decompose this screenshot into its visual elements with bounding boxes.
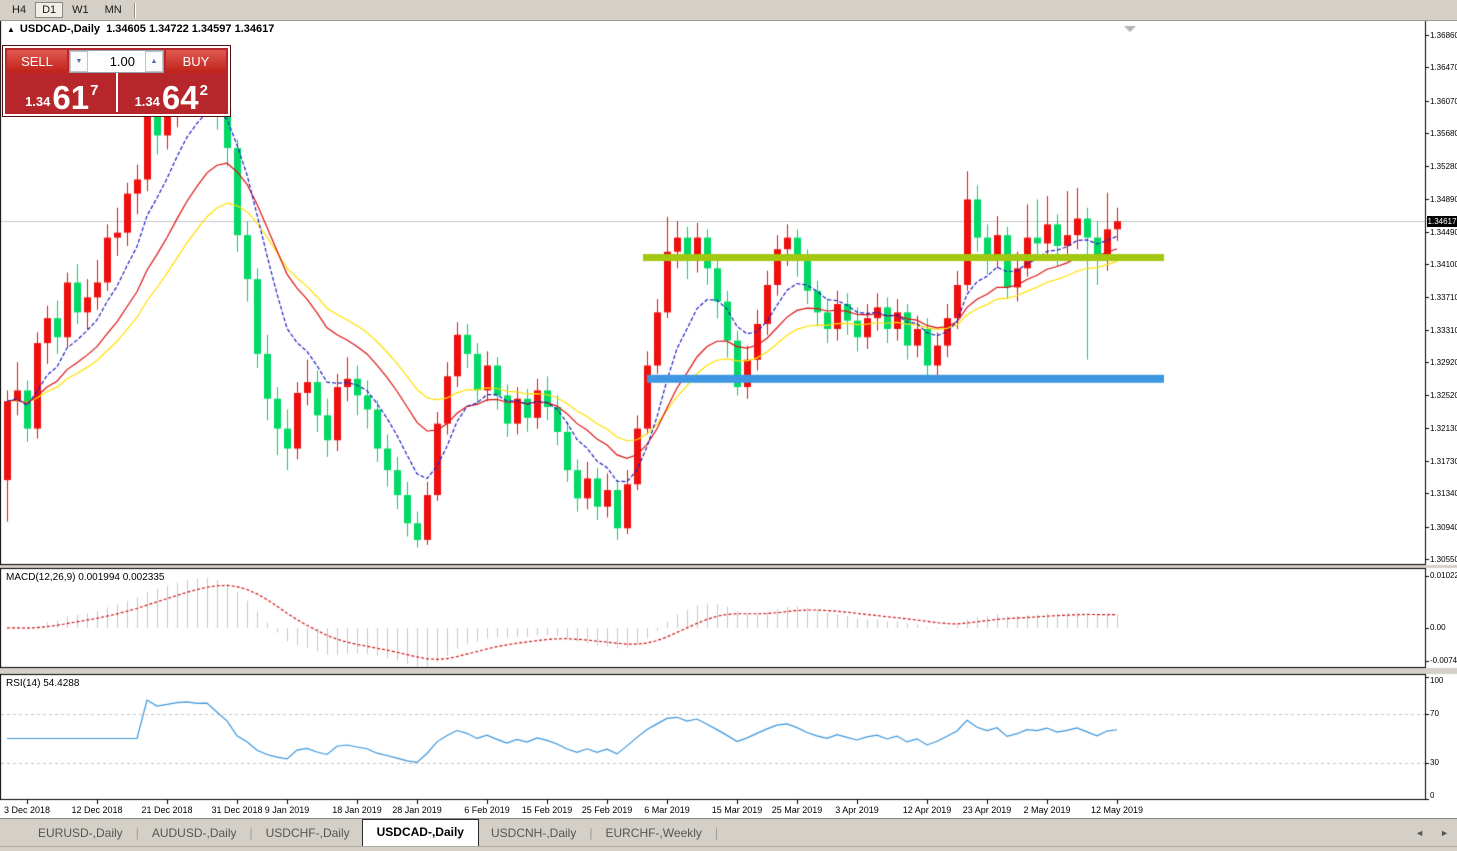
tab-separator: | xyxy=(714,826,719,846)
price-axis-label: 1.30940 xyxy=(1430,523,1457,532)
volume-input[interactable]: 1.00 xyxy=(88,51,145,72)
one-click-trading-panel: SELL ▼ 1.00 ▲ BUY 1.34 61 7 1.34 64 2 xyxy=(2,45,231,117)
price-axis-label: 1.31340 xyxy=(1430,489,1457,498)
date-axis-label: 28 Jan 2019 xyxy=(381,805,453,815)
rsi-indicator-label: RSI(14) 54.4288 xyxy=(6,678,79,689)
macd-axis-label: 0.010229 xyxy=(1430,571,1457,580)
status-bar xyxy=(0,846,1457,851)
volume-increase-button[interactable]: ▲ xyxy=(145,51,163,72)
rsi-axis-label: 0 xyxy=(1430,791,1434,800)
sell-button[interactable]: SELL xyxy=(7,50,67,73)
macd-indicator-label: MACD(12,26,9) 0.001994 0.002335 xyxy=(6,572,164,583)
tab-usdcad-daily[interactable]: USDCAD-,Daily xyxy=(362,819,479,846)
price-axis-label: 1.32130 xyxy=(1430,424,1457,433)
buy-price-big: 64 xyxy=(162,83,199,112)
price-axis-label: 1.34100 xyxy=(1430,260,1457,269)
price-axis-label: 1.31730 xyxy=(1430,457,1457,466)
timeframe-button-w1[interactable]: W1 xyxy=(65,2,96,18)
ohlc-values: 1.34605 1.34722 1.34597 1.34617 xyxy=(106,23,274,35)
price-axis-label: 1.36470 xyxy=(1430,63,1457,72)
rsi-axis-label: 100 xyxy=(1430,676,1443,685)
volume-spinner: ▼ 1.00 ▲ xyxy=(69,50,164,73)
price-axis-label: 1.32920 xyxy=(1430,358,1457,367)
timeframe-button-mn[interactable]: MN xyxy=(98,2,129,18)
date-axis-label: 3 Dec 2018 xyxy=(0,805,63,815)
price-axis-label: 1.36860 xyxy=(1430,31,1457,40)
date-axis-label: 6 Mar 2019 xyxy=(631,805,703,815)
symbol-period-label: USDCAD-,Daily xyxy=(20,23,100,35)
current-price-tag: 1.34617 xyxy=(1427,216,1457,227)
rsi-axis-label: 70 xyxy=(1430,709,1439,718)
price-axis-label: 1.34890 xyxy=(1430,195,1457,204)
price-axis-label: 1.33310 xyxy=(1430,326,1457,335)
tab-eurchf-weekly[interactable]: EURCHF-,Weekly xyxy=(593,821,713,846)
timeframe-button-d1[interactable]: D1 xyxy=(35,2,63,18)
sell-price-prefix: 1.34 xyxy=(25,94,50,109)
tab-usdcnh-daily[interactable]: USDCNH-,Daily xyxy=(479,821,588,846)
price-axis-label: 1.35680 xyxy=(1430,129,1457,138)
toolbar-separator xyxy=(134,3,136,18)
macd-axis-label: -0.00747 xyxy=(1430,656,1457,665)
price-axis-label: 1.32520 xyxy=(1430,391,1457,400)
date-axis-label: 3 Apr 2019 xyxy=(821,805,893,815)
buy-price-prefix: 1.34 xyxy=(135,94,160,109)
date-axis-label: 21 Dec 2018 xyxy=(131,805,203,815)
price-axis-label: 1.33710 xyxy=(1430,293,1457,302)
price-axis-label: 1.36070 xyxy=(1430,97,1457,106)
buy-price-sup: 2 xyxy=(200,82,208,99)
tab-scroll-left-icon[interactable]: ◄ xyxy=(1415,828,1424,838)
date-axis-label: 12 Dec 2018 xyxy=(61,805,133,815)
rsi-axis-label: 30 xyxy=(1430,758,1439,767)
date-axis-label: 12 May 2019 xyxy=(1081,805,1153,815)
sell-price-sup: 7 xyxy=(90,82,98,99)
price-axis-label: 1.34490 xyxy=(1430,228,1457,237)
tab-audusd-daily[interactable]: AUDUSD-,Daily xyxy=(140,821,249,846)
chart-window: ▲ USDCAD-,Daily 1.34605 1.34722 1.34597 1… xyxy=(0,20,1457,818)
sell-price[interactable]: 1.34 61 7 xyxy=(7,75,117,112)
tab-scroll-right-icon[interactable]: ► xyxy=(1440,828,1449,838)
date-axis-label: 9 Jan 2019 xyxy=(251,805,323,815)
macd-axis-label: 0.00 xyxy=(1430,623,1446,632)
price-axis-label: 1.35280 xyxy=(1430,162,1457,171)
buy-price[interactable]: 1.34 64 2 xyxy=(117,75,227,112)
price-divider xyxy=(116,73,118,112)
chart-title: ▲ USDCAD-,Daily 1.34605 1.34722 1.34597 1… xyxy=(7,23,274,35)
chart-canvas[interactable] xyxy=(0,20,1457,818)
symbol-tab-bar: EURUSD-,Daily|AUDUSD-,Daily|USDCHF-,Dail… xyxy=(0,818,1457,846)
timeframe-button-h4[interactable]: H4 xyxy=(5,2,33,18)
date-axis-label: 2 May 2019 xyxy=(1011,805,1083,815)
price-axis-label: 1.30550 xyxy=(1430,555,1457,564)
sell-price-big: 61 xyxy=(52,83,89,112)
tab-eurusd-daily[interactable]: EURUSD-,Daily xyxy=(26,821,135,846)
buy-button[interactable]: BUY xyxy=(166,50,226,73)
tab-usdchf-daily[interactable]: USDCHF-,Daily xyxy=(254,821,362,846)
volume-decrease-button[interactable]: ▼ xyxy=(70,51,88,72)
timeframe-toolbar: H4D1W1MN xyxy=(0,0,1457,21)
collapse-icon[interactable]: ▲ xyxy=(7,25,15,34)
